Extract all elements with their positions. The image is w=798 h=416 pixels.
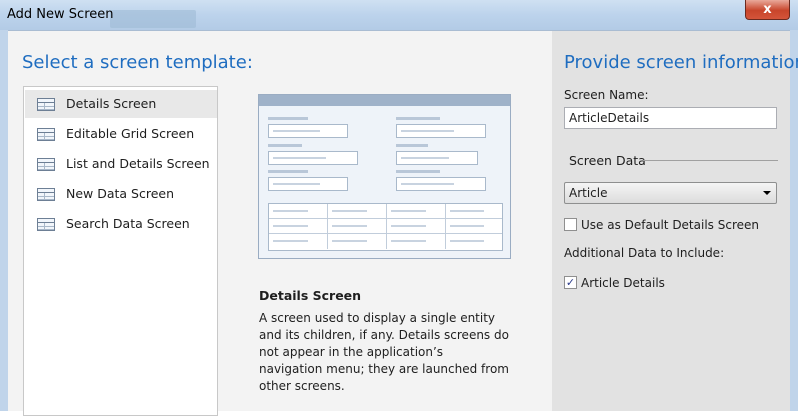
select-template-heading: Select a screen template: [22, 52, 253, 73]
article-details-label[interactable]: Article Details [581, 276, 665, 290]
preview-grid [268, 203, 503, 251]
screen-name-label: Screen Name: [564, 88, 649, 102]
details-screen-icon [37, 98, 55, 111]
window-title: Add New Screen [7, 7, 114, 22]
preview-grid-cell [328, 234, 387, 249]
preview-field [268, 124, 348, 138]
preview-label [396, 170, 440, 173]
screen-data-dropdown[interactable]: Article [564, 182, 777, 204]
template-list[interactable]: Details Screen Editable Grid Screen List… [23, 86, 218, 416]
template-item-label: New Data Screen [66, 186, 175, 201]
template-description-text: A screen used to display a single entity… [259, 311, 509, 393]
background-window-tab [110, 10, 196, 28]
list-details-screen-icon [37, 158, 55, 171]
screen-data-divider [643, 160, 778, 161]
preview-grid-cell [269, 204, 328, 219]
preview-grid-cell [328, 219, 387, 234]
preview-field [396, 151, 478, 165]
preview-label [396, 144, 428, 147]
title-bar: Add New Screen x [0, 0, 798, 30]
close-button[interactable]: x [745, 0, 790, 20]
preview-grid-cell [328, 204, 387, 219]
preview-label [396, 117, 440, 120]
new-data-screen-icon [37, 188, 55, 201]
preview-label [268, 117, 308, 120]
template-item-label: Details Screen [66, 96, 157, 111]
template-item-search-data-screen[interactable]: Search Data Screen [25, 210, 217, 238]
preview-grid-cell [269, 234, 328, 249]
template-item-label: List and Details Screen [66, 156, 210, 171]
preview-grid-cell [387, 219, 446, 234]
template-item-label: Editable Grid Screen [66, 126, 195, 141]
preview-field [268, 177, 348, 191]
template-item-label: Search Data Screen [66, 216, 190, 231]
article-details-checkbox[interactable]: ✓ [564, 276, 577, 289]
window-frame-right [790, 30, 798, 411]
preview-grid-cell [446, 204, 502, 219]
preview-grid-cell [446, 234, 502, 249]
template-item-details-screen[interactable]: Details Screen [25, 90, 217, 118]
chevron-down-icon [763, 191, 771, 195]
preview-grid-cell [387, 234, 446, 249]
preview-label [268, 170, 308, 173]
screen-info-heading: Provide screen information: [564, 52, 798, 73]
template-description-title: Details Screen [259, 288, 362, 303]
default-details-checkbox[interactable] [564, 218, 577, 231]
window-frame-left [0, 30, 8, 411]
preview-grid-cell [446, 219, 502, 234]
preview-field [268, 151, 358, 165]
template-preview-image [258, 94, 511, 259]
preview-field [396, 177, 486, 191]
preview-label [268, 144, 302, 147]
screen-name-input[interactable]: ArticleDetails [564, 107, 777, 129]
preview-header-bar [259, 95, 510, 106]
template-item-list-details-screen[interactable]: List and Details Screen [25, 150, 217, 178]
editable-grid-screen-icon [37, 128, 55, 141]
screen-data-selected-value: Article [569, 186, 608, 200]
additional-data-label: Additional Data to Include: [564, 246, 725, 260]
preview-field [396, 124, 486, 138]
preview-grid-cell [387, 204, 446, 219]
default-details-label[interactable]: Use as Default Details Screen [581, 218, 759, 232]
template-item-new-data-screen[interactable]: New Data Screen [25, 180, 217, 208]
preview-grid-cell [269, 219, 328, 234]
screen-data-group-label: Screen Data [569, 153, 646, 168]
template-item-editable-grid-screen[interactable]: Editable Grid Screen [25, 120, 217, 148]
check-icon: ✓ [565, 276, 576, 289]
search-data-screen-icon [37, 218, 55, 231]
